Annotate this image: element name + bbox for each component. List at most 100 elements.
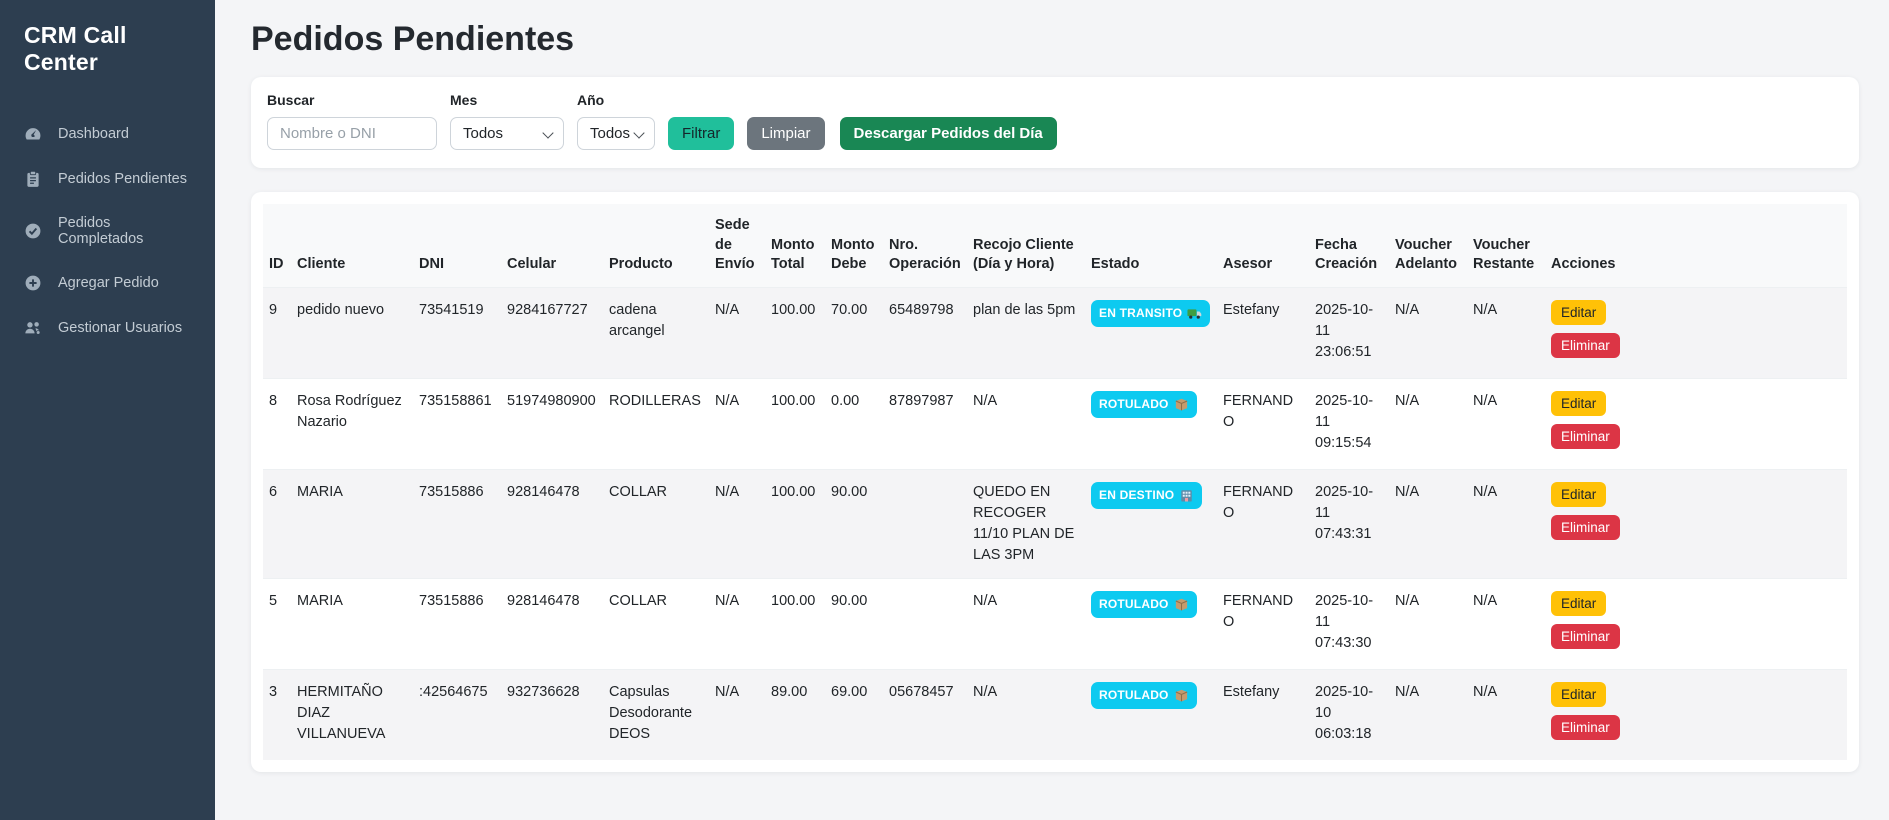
cell-voucher-restante: N/A bbox=[1467, 669, 1545, 760]
delete-button[interactable]: Eliminar bbox=[1551, 515, 1620, 540]
table-row: 8 Rosa Rodríguez Nazario 735158861 51974… bbox=[263, 378, 1847, 469]
cell-acciones: Editar Eliminar bbox=[1545, 287, 1847, 378]
search-field: Buscar bbox=[267, 92, 437, 150]
cell-sede-envio: N/A bbox=[709, 287, 765, 378]
column-header: Nro. Operación bbox=[883, 204, 967, 287]
cell-sede-envio: N/A bbox=[709, 578, 765, 669]
cell-monto-debe: 0.00 bbox=[825, 378, 883, 469]
cell-id: 9 bbox=[263, 287, 291, 378]
cell-dni: :42564675 bbox=[413, 669, 501, 760]
cell-cliente: MARIA bbox=[291, 578, 413, 669]
plus-circle-icon bbox=[24, 274, 42, 292]
column-header: Monto Debe bbox=[825, 204, 883, 287]
cell-asesor: FERNANDO bbox=[1217, 378, 1309, 469]
cell-nro-operacion: 05678457 bbox=[883, 669, 967, 760]
cell-recojo: QUEDO EN RECOGER 11/10 PLAN DE LAS 3PM bbox=[967, 469, 1085, 578]
column-header: Recojo Cliente (Día y Hora) bbox=[967, 204, 1085, 287]
cell-monto-total: 89.00 bbox=[765, 669, 825, 760]
sidebar-item-label: Gestionar Usuarios bbox=[58, 320, 182, 336]
sidebar-item-pedidos-completados[interactable]: Pedidos Completados bbox=[0, 206, 215, 256]
month-select[interactable]: Todos bbox=[450, 117, 564, 150]
status-badge: ROTULADO bbox=[1091, 682, 1197, 709]
sidebar-item-label: Dashboard bbox=[58, 126, 129, 142]
sidebar-item-agregar-pedido[interactable]: Agregar Pedido bbox=[0, 265, 215, 301]
cell-nro-operacion bbox=[883, 469, 967, 578]
cell-voucher-restante: N/A bbox=[1467, 378, 1545, 469]
cell-fecha-creacion: 2025-10-10 06:03:18 bbox=[1309, 669, 1389, 760]
status-label: EN TRANSITO bbox=[1099, 305, 1182, 322]
cell-celular: 932736628 bbox=[501, 669, 603, 760]
column-header: Voucher Adelanto bbox=[1389, 204, 1467, 287]
cell-celular: 928146478 bbox=[501, 578, 603, 669]
delete-button[interactable]: Eliminar bbox=[1551, 333, 1620, 358]
cell-asesor: FERNANDO bbox=[1217, 578, 1309, 669]
delete-button[interactable]: Eliminar bbox=[1551, 715, 1620, 740]
table-row: 5 MARIA 73515886 928146478 COLLAR N/A 10… bbox=[263, 578, 1847, 669]
cell-dni: 73515886 bbox=[413, 469, 501, 578]
cell-voucher-restante: N/A bbox=[1467, 578, 1545, 669]
cell-fecha-creacion: 2025-10-11 23:06:51 bbox=[1309, 287, 1389, 378]
column-header: Estado bbox=[1085, 204, 1217, 287]
package-icon bbox=[1174, 688, 1189, 703]
clipboard-icon bbox=[24, 170, 42, 188]
edit-button[interactable]: Editar bbox=[1551, 682, 1606, 707]
cell-dni: 73515886 bbox=[413, 578, 501, 669]
package-icon bbox=[1174, 597, 1189, 612]
package-icon bbox=[1174, 397, 1189, 412]
cell-producto: Capsulas Desodorante DEOS bbox=[603, 669, 709, 760]
sidebar-item-pedidos-pendientes[interactable]: Pedidos Pendientes bbox=[0, 161, 215, 197]
status-label: ROTULADO bbox=[1099, 687, 1169, 704]
clear-button[interactable]: Limpiar bbox=[747, 117, 824, 150]
cell-voucher-adelanto: N/A bbox=[1389, 469, 1467, 578]
edit-button[interactable]: Editar bbox=[1551, 482, 1606, 507]
cell-nro-operacion bbox=[883, 578, 967, 669]
sidebar-item-gestionar-usuarios[interactable]: Gestionar Usuarios bbox=[0, 310, 215, 346]
cell-asesor: Estefany bbox=[1217, 287, 1309, 378]
edit-button[interactable]: Editar bbox=[1551, 300, 1606, 325]
cell-sede-envio: N/A bbox=[709, 669, 765, 760]
cell-recojo: plan de las 5pm bbox=[967, 287, 1085, 378]
cell-recojo: N/A bbox=[967, 669, 1085, 760]
orders-table: IDClienteDNICelularProductoSede de Envío… bbox=[263, 204, 1847, 760]
year-field: Año Todos bbox=[577, 92, 655, 150]
filter-button[interactable]: Filtrar bbox=[668, 117, 734, 150]
status-badge: ROTULADO bbox=[1091, 591, 1197, 618]
sidebar-item-label: Pedidos Completados bbox=[58, 215, 191, 247]
edit-button[interactable]: Editar bbox=[1551, 391, 1606, 416]
orders-table-card: IDClienteDNICelularProductoSede de Envío… bbox=[251, 192, 1859, 772]
cell-asesor: FERNANDO bbox=[1217, 469, 1309, 578]
cell-cliente: pedido nuevo bbox=[291, 287, 413, 378]
cell-cliente: MARIA bbox=[291, 469, 413, 578]
check-circle-icon bbox=[24, 222, 42, 240]
column-header: Asesor bbox=[1217, 204, 1309, 287]
status-badge: EN TRANSITO bbox=[1091, 300, 1210, 327]
cell-fecha-creacion: 2025-10-11 09:15:54 bbox=[1309, 378, 1389, 469]
cell-estado: ROTULADO bbox=[1085, 669, 1217, 760]
table-row: 6 MARIA 73515886 928146478 COLLAR N/A 10… bbox=[263, 469, 1847, 578]
table-row: 9 pedido nuevo 73541519 9284167727 caden… bbox=[263, 287, 1847, 378]
cell-dni: 73541519 bbox=[413, 287, 501, 378]
cell-dni: 735158861 bbox=[413, 378, 501, 469]
column-header: Monto Total bbox=[765, 204, 825, 287]
gauge-icon bbox=[24, 125, 42, 143]
download-orders-button[interactable]: Descargar Pedidos del Día bbox=[840, 117, 1057, 150]
cell-celular: 928146478 bbox=[501, 469, 603, 578]
sidebar-nav: Dashboard Pedidos Pendientes bbox=[0, 116, 215, 346]
cell-monto-debe: 90.00 bbox=[825, 578, 883, 669]
delete-button[interactable]: Eliminar bbox=[1551, 624, 1620, 649]
search-input[interactable] bbox=[267, 117, 437, 150]
page-title: Pedidos Pendientes bbox=[251, 20, 1859, 59]
cell-fecha-creacion: 2025-10-11 07:43:30 bbox=[1309, 578, 1389, 669]
column-header: ID bbox=[263, 204, 291, 287]
cell-id: 5 bbox=[263, 578, 291, 669]
status-label: ROTULADO bbox=[1099, 396, 1169, 413]
year-select[interactable]: Todos bbox=[577, 117, 655, 150]
column-header: Celular bbox=[501, 204, 603, 287]
app-brand: CRM Call Center bbox=[0, 0, 215, 86]
month-select-value: Todos bbox=[463, 125, 503, 142]
cell-nro-operacion: 87897987 bbox=[883, 378, 967, 469]
cell-monto-total: 100.00 bbox=[765, 378, 825, 469]
sidebar-item-dashboard[interactable]: Dashboard bbox=[0, 116, 215, 152]
edit-button[interactable]: Editar bbox=[1551, 591, 1606, 616]
delete-button[interactable]: Eliminar bbox=[1551, 424, 1620, 449]
